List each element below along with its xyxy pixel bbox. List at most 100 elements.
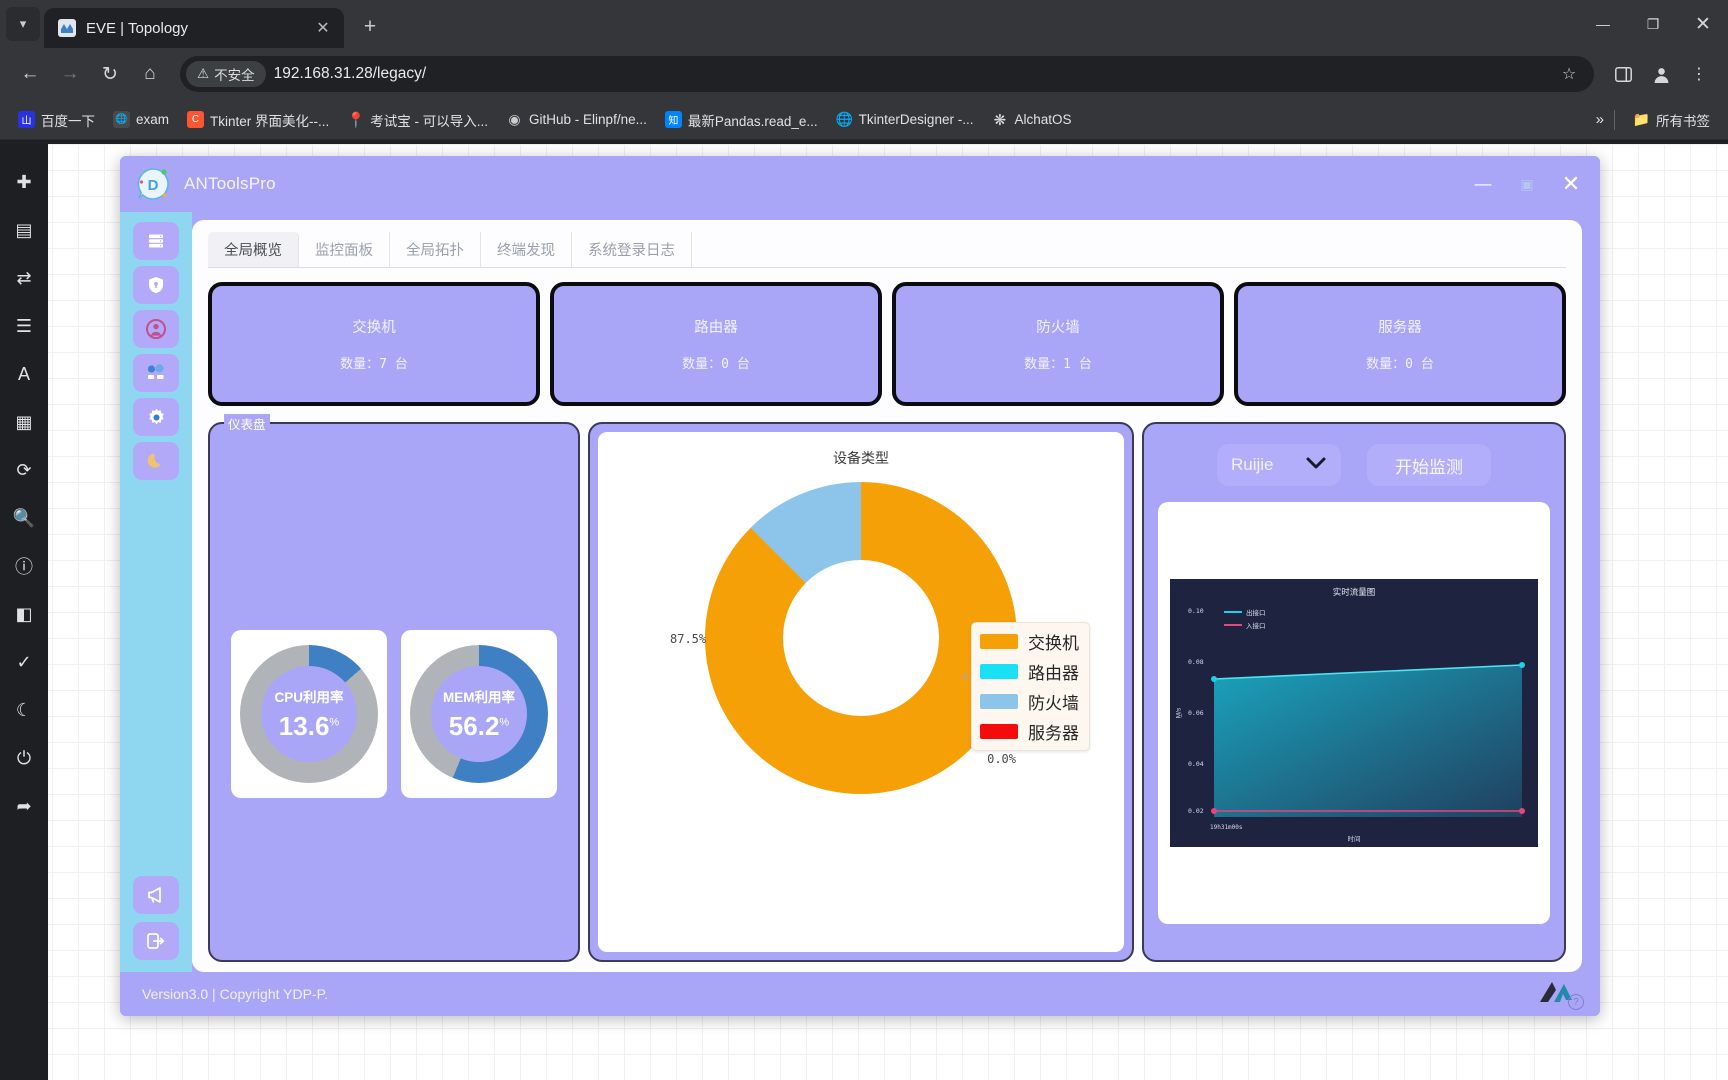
warning-triangle-icon: ⚠ bbox=[197, 66, 210, 81]
info-icon[interactable]: ⓘ bbox=[1, 542, 47, 590]
bookmark-item[interactable]: 📍 考试宝 - 可以导入... bbox=[339, 106, 496, 134]
logout-icon[interactable]: ➦ bbox=[1, 782, 47, 830]
server-icon[interactable] bbox=[133, 222, 179, 260]
vendor-dropdown[interactable]: Ruijie bbox=[1217, 444, 1341, 486]
minimize-button[interactable]: — bbox=[1578, 0, 1628, 48]
browser-tab[interactable]: EVE | Topology ✕ bbox=[44, 8, 344, 48]
stat-card-count: 数量：0 台 bbox=[1366, 357, 1434, 372]
help-icon[interactable]: ? bbox=[1568, 994, 1584, 1010]
gear-icon[interactable] bbox=[133, 398, 179, 436]
stack-icon[interactable]: ▤ bbox=[1, 206, 47, 254]
close-button[interactable]: ✕ bbox=[1678, 0, 1728, 48]
traffic-legend-label-out: 出接口 bbox=[1246, 610, 1266, 617]
transfer-icon[interactable]: ⇄ bbox=[1, 254, 47, 302]
arrow-left-icon[interactable]: ← bbox=[12, 56, 48, 92]
moon-icon[interactable] bbox=[133, 442, 179, 480]
list-icon[interactable]: ☰ bbox=[1, 302, 47, 350]
app-maximize-button[interactable]: ▣ bbox=[1508, 165, 1546, 203]
check-icon[interactable]: ✓ bbox=[1, 638, 47, 686]
stat-card-title: 路由器 bbox=[694, 320, 738, 336]
address-bar[interactable]: ⚠ 不安全 192.168.31.28/legacy/ ☆ bbox=[180, 56, 1594, 92]
chevron-double-right-icon[interactable]: » bbox=[1596, 111, 1604, 128]
stat-card-server[interactable]: 服务器 数量：0 台 bbox=[1234, 282, 1566, 406]
app-minimize-button[interactable]: — bbox=[1464, 165, 1502, 203]
all-bookmarks-label: 所有书签 bbox=[1656, 113, 1710, 129]
bookmark-item[interactable]: C Tkinter 界面美化--... bbox=[179, 106, 337, 134]
pie-legend-row[interactable]: 服务器 bbox=[980, 719, 1079, 744]
stat-card-firewall[interactable]: 防火墙 数量：1 台 bbox=[892, 282, 1224, 406]
legend-line-in bbox=[1224, 624, 1242, 626]
star-icon[interactable]: ☆ bbox=[1552, 57, 1586, 91]
bookmark-item[interactable]: 🌐 TkinterDesigner -... bbox=[828, 107, 982, 132]
plus-icon[interactable]: ✚ bbox=[1, 158, 47, 206]
text-icon[interactable]: A bbox=[1, 350, 47, 398]
baidu-icon: 山 bbox=[18, 111, 35, 128]
card-accent-right bbox=[536, 346, 540, 406]
stat-card-count: 数量：7 台 bbox=[340, 357, 408, 372]
megaphone-icon[interactable] bbox=[133, 876, 179, 914]
security-status-badge[interactable]: ⚠ 不安全 bbox=[186, 61, 266, 87]
shield-lock-icon[interactable] bbox=[133, 266, 179, 304]
moon-icon[interactable]: ☾ bbox=[1, 686, 47, 734]
user-circle-icon[interactable] bbox=[133, 310, 179, 348]
home-icon[interactable]: ⌂ bbox=[132, 56, 168, 92]
legend-swatch-switch bbox=[980, 634, 1018, 649]
grid-icon[interactable]: ▦ bbox=[1, 398, 47, 446]
tab-global-topology[interactable]: 全局拓扑 bbox=[390, 232, 481, 267]
pie-legend-row[interactable]: 交换机 bbox=[980, 629, 1079, 654]
globe-icon: 🌐 bbox=[835, 111, 853, 127]
kebab-menu-icon[interactable]: ⋮ bbox=[1682, 57, 1716, 91]
bookmark-label: Tkinter 界面美化--... bbox=[210, 113, 330, 129]
bookmark-item[interactable]: 知 最新Pandas.read_e... bbox=[657, 106, 826, 134]
app-close-button[interactable]: ✕ bbox=[1552, 165, 1590, 203]
cpu-gauge-value: 13.6% bbox=[278, 711, 340, 741]
tab-terminal-discovery[interactable]: 终端发现 bbox=[481, 232, 572, 267]
bookmark-item[interactable]: 山 百度一下 bbox=[10, 106, 103, 134]
stat-card-switch[interactable]: 交换机 数量：7 台 bbox=[208, 282, 540, 406]
logout-icon[interactable] bbox=[133, 922, 179, 960]
all-bookmarks-button[interactable]: 📁 所有书签 bbox=[1625, 106, 1718, 134]
power-icon[interactable]: ⏻ bbox=[1, 734, 47, 782]
new-tab-button[interactable]: + bbox=[356, 15, 384, 39]
profile-avatar-icon[interactable] bbox=[1644, 57, 1678, 91]
bookmark-label: exam bbox=[136, 112, 170, 127]
tab-login-log[interactable]: 系统登录日志 bbox=[572, 232, 692, 267]
zoom-icon[interactable]: 🔍 bbox=[1, 494, 47, 542]
monitor-controls: Ruijie 开始监测 bbox=[1144, 424, 1564, 486]
bookmark-item[interactable]: ❋ AlchatOS bbox=[983, 107, 1079, 132]
arrow-right-icon[interactable]: → bbox=[52, 56, 88, 92]
card-accent-top-left bbox=[550, 282, 693, 286]
side-panel-icon[interactable] bbox=[1606, 57, 1640, 91]
pin-icon: 📍 bbox=[346, 111, 366, 129]
realtime-traffic-chart: 实时流量图 M̲/s 0.10 0.08 0.06 0.04 0.02 19h3… bbox=[1170, 579, 1538, 847]
pie-legend: 交换机 路由器 防火墙 服务器 bbox=[971, 622, 1090, 751]
gauge-card-cpu: CPU利用率 13.6% bbox=[231, 630, 387, 798]
card-accent-bottom bbox=[987, 402, 1136, 406]
device-type-chart: 设备类型 87.5% 0.0% 0.0% bbox=[598, 432, 1124, 952]
github-icon: ◉ bbox=[508, 111, 521, 127]
device-type-chart-title: 设备类型 bbox=[833, 450, 889, 466]
pie-legend-row[interactable]: 路由器 bbox=[980, 659, 1079, 684]
traffic-legend-label-in: 入接口 bbox=[1246, 623, 1266, 630]
clipboard-icon[interactable]: ◧ bbox=[1, 590, 47, 638]
bookmark-item[interactable]: 🌐 exam bbox=[105, 107, 177, 132]
maximize-button[interactable]: ❐ bbox=[1628, 0, 1678, 48]
tab-global-overview[interactable]: 全局概览 bbox=[208, 232, 299, 267]
tab-monitor-panel[interactable]: 监控面板 bbox=[299, 232, 390, 267]
pie-data-label-switch: 87.5% bbox=[670, 632, 707, 646]
network-icon[interactable] bbox=[133, 354, 179, 392]
tab-search-button[interactable]: ▾ bbox=[6, 7, 40, 41]
pie-legend-row[interactable]: 防火墙 bbox=[980, 689, 1079, 714]
card-accent-top-left bbox=[208, 282, 351, 286]
stat-card-router[interactable]: 路由器 数量：0 台 bbox=[550, 282, 882, 406]
reload-icon[interactable]: ↻ bbox=[92, 56, 128, 92]
refresh-icon[interactable]: ⟳ bbox=[1, 446, 47, 494]
start-monitor-button[interactable]: 开始监测 bbox=[1367, 444, 1491, 486]
browser-tab-title: EVE | Topology bbox=[86, 19, 189, 37]
bookmark-label: AlchatOS bbox=[1014, 112, 1072, 127]
close-icon[interactable]: ✕ bbox=[312, 18, 334, 38]
card-accent-top-right bbox=[1146, 282, 1224, 286]
legend-label-firewall: 防火墙 bbox=[1028, 694, 1079, 713]
security-label: 不安全 bbox=[214, 68, 255, 83]
bookmark-item[interactable]: ◉ GitHub - Elinpf/ne... bbox=[498, 107, 655, 132]
